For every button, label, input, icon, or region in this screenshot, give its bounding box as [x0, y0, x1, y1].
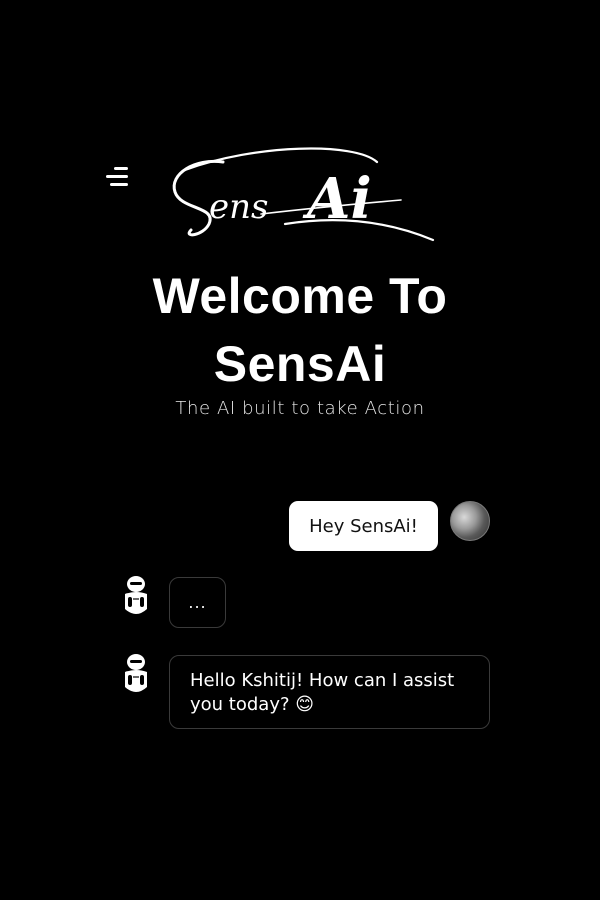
app-name-title: SensAi [213, 336, 387, 392]
chat-screen: ens Ai Welcome To SensAi The AI built to… [0, 0, 600, 900]
tagline: The AI built to take Action [175, 398, 425, 419]
logo-wordmark-left: ens [209, 187, 268, 227]
menu-icon[interactable] [100, 164, 132, 190]
robot-icon [120, 653, 152, 697]
bot-typing-bubble: ... [169, 577, 226, 628]
sensai-logo: ens Ai [165, 140, 445, 250]
welcome-title: Welcome To [152, 268, 448, 324]
user-message-bubble: Hey SensAi! [289, 501, 438, 551]
bot-reply-bubble: Hello Kshitij! How can I assist you toda… [169, 655, 490, 729]
robot-icon [120, 575, 152, 619]
logo-wordmark-right: Ai [302, 166, 372, 232]
user-avatar[interactable] [450, 501, 490, 541]
